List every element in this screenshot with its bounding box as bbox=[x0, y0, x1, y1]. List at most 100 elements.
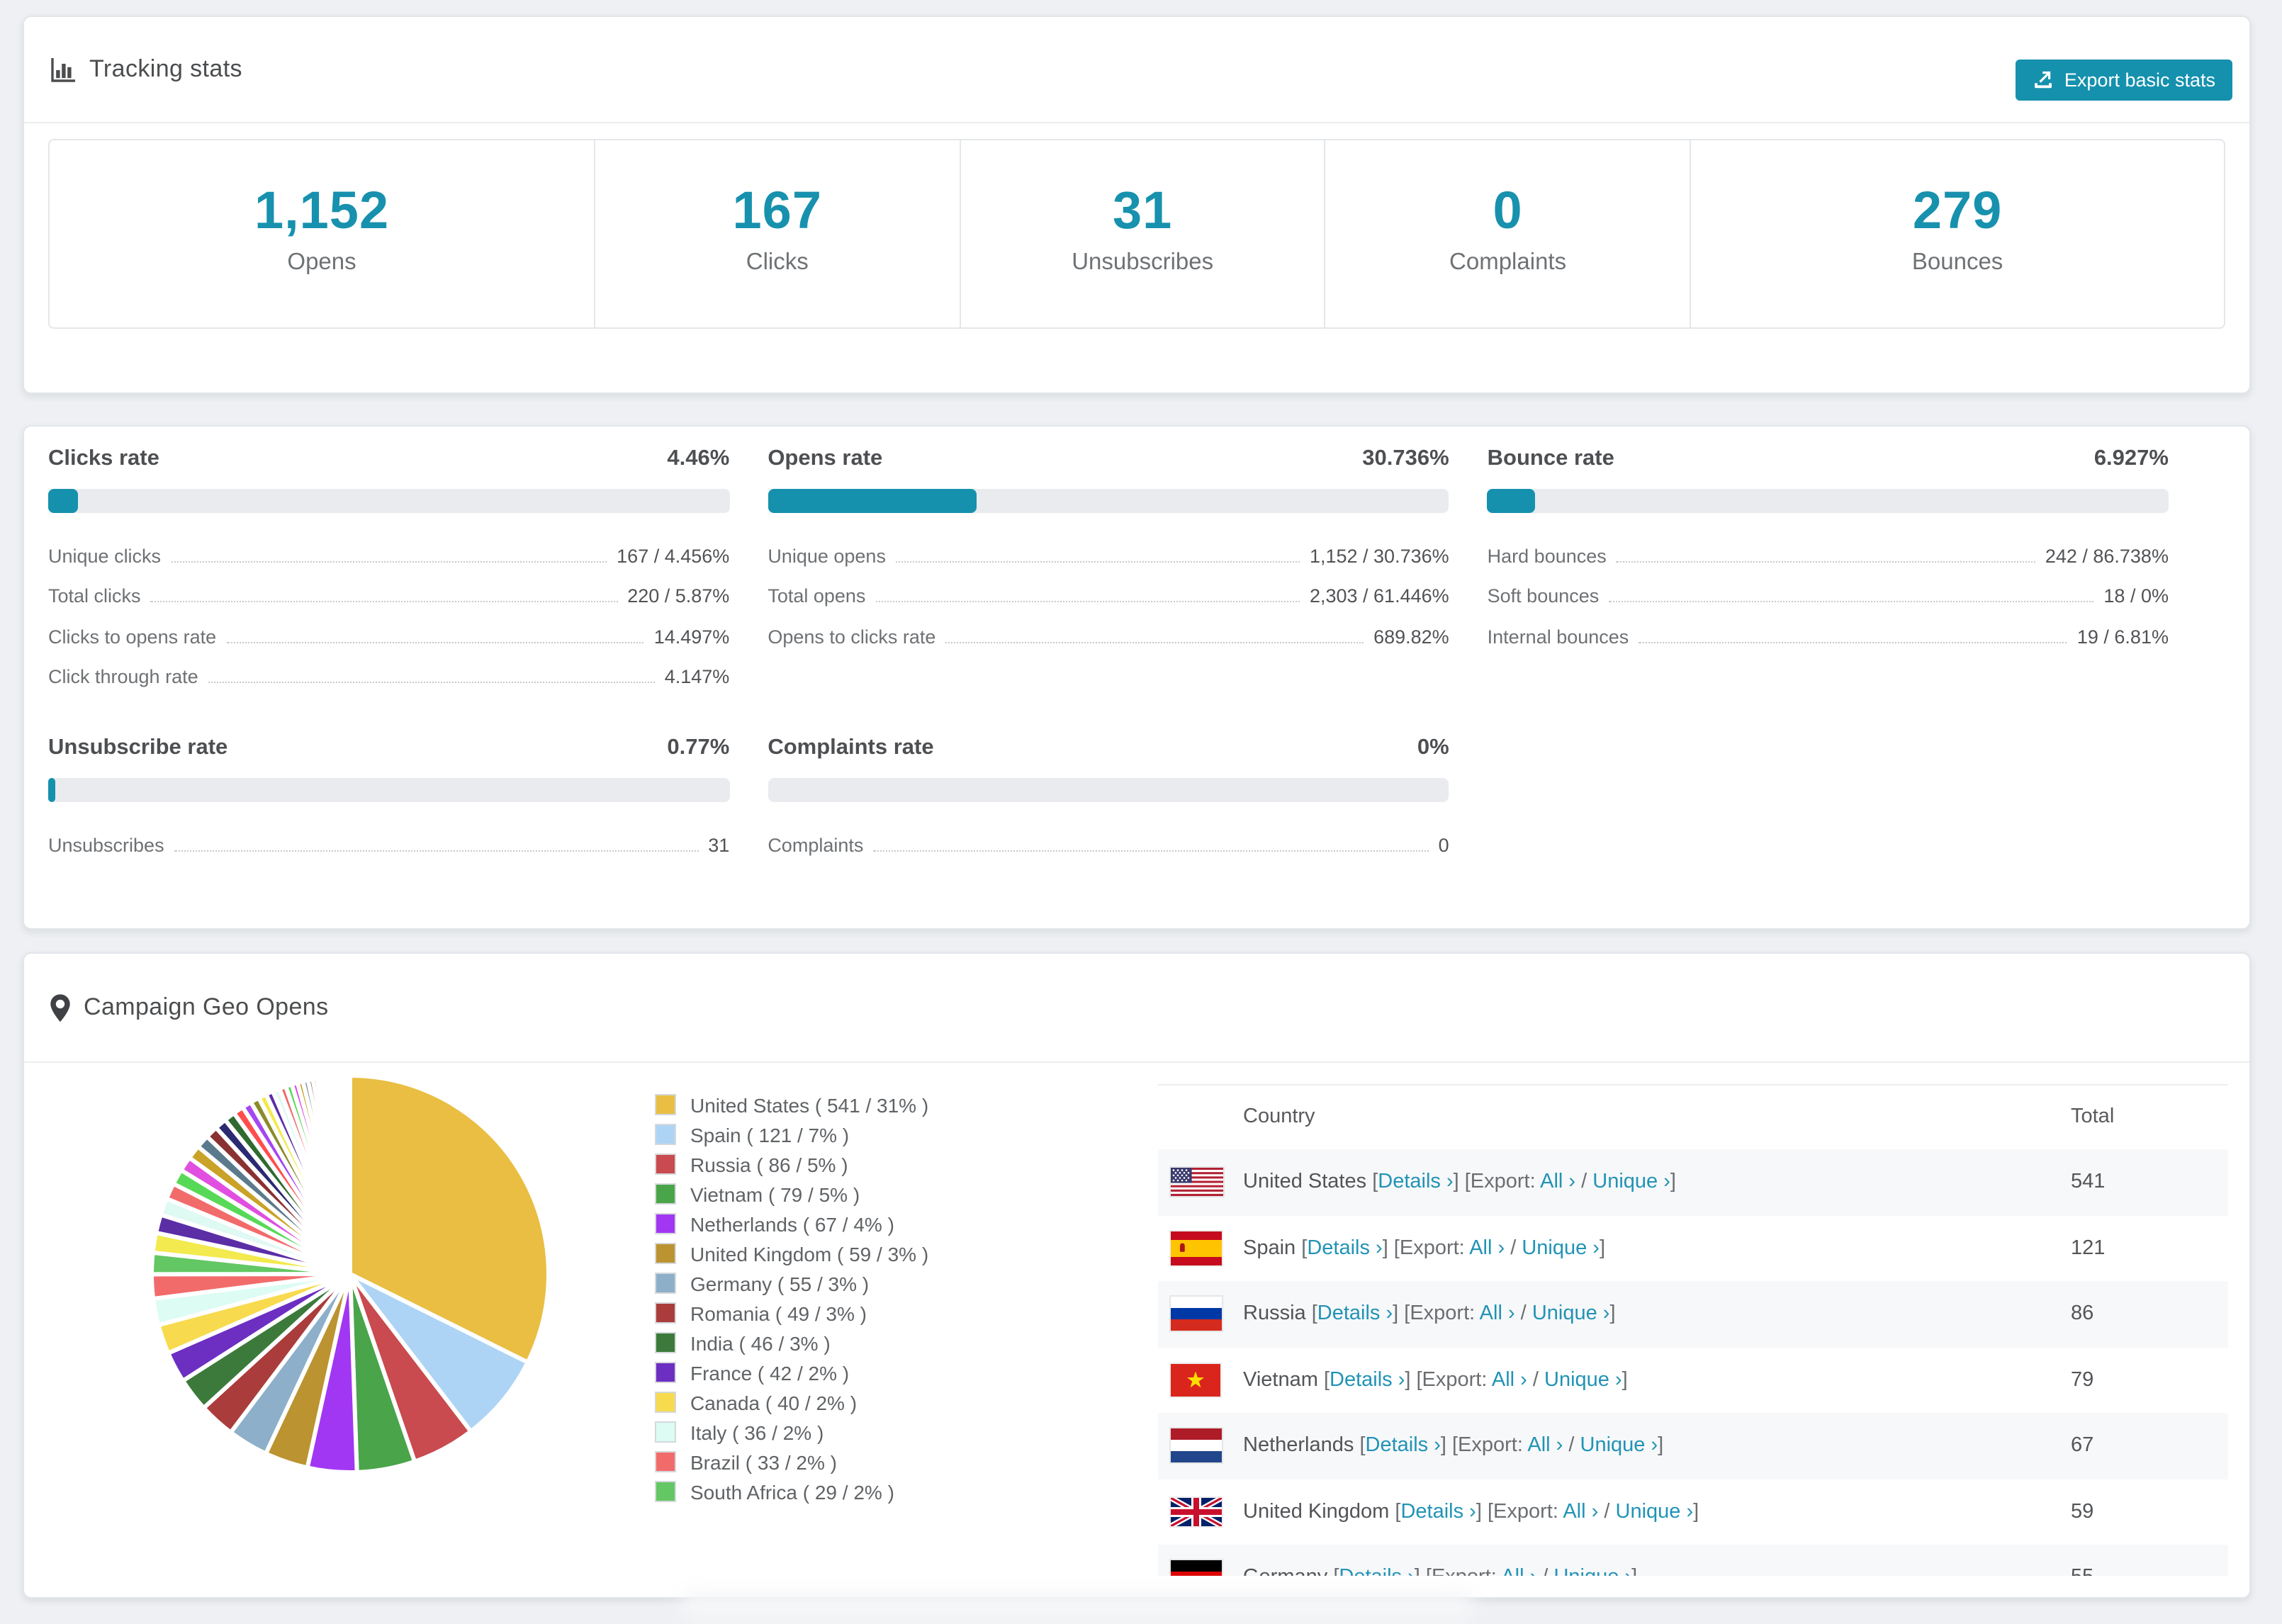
details-link[interactable]: Details › bbox=[1330, 1369, 1405, 1392]
legend-item: United Kingdom ( 59 / 3% ) bbox=[655, 1239, 928, 1268]
rate-block-bounce: Bounce rate 6.927% Hard bounces 242 / 86… bbox=[1487, 445, 2169, 693]
legend-swatch bbox=[655, 1183, 676, 1205]
legend-item: Vietnam ( 79 / 5% ) bbox=[655, 1179, 928, 1209]
legend-item: Brazil ( 33 / 2% ) bbox=[655, 1447, 928, 1477]
rate-block-unsubscribe: Unsubscribe rate 0.77% Unsubscribes 31 bbox=[48, 734, 730, 861]
rate-row: Complaints 0 bbox=[768, 821, 1449, 861]
details-link[interactable]: Details › bbox=[1400, 1501, 1476, 1523]
legend-label: Canada ( 40 / 2% ) bbox=[690, 1391, 858, 1414]
legend-label: United States ( 541 / 31% ) bbox=[690, 1093, 929, 1116]
rate-row: Total opens 2,303 / 61.446% bbox=[768, 572, 1449, 612]
stat-label: Bounces bbox=[1911, 249, 2003, 275]
legend-label: Russia ( 86 / 5% ) bbox=[690, 1153, 848, 1175]
stat-value: 0 bbox=[1493, 181, 1523, 239]
export-all-link[interactable]: All › bbox=[1469, 1237, 1505, 1260]
details-link[interactable]: Details › bbox=[1307, 1237, 1382, 1260]
export-all-link[interactable]: All › bbox=[1492, 1369, 1527, 1392]
rate-percent: 4.46% bbox=[667, 446, 730, 470]
geo-row-es: Spain [Details ›] [Export: All › / Uniqu… bbox=[1158, 1215, 2228, 1281]
export-basic-stats-button[interactable]: Export basic stats bbox=[2016, 60, 2232, 101]
rate-percent: 0.77% bbox=[667, 735, 730, 760]
rate-title: Opens rate bbox=[768, 446, 883, 470]
rate-row-label: Complaints bbox=[768, 834, 864, 855]
rate-percent: 30.736% bbox=[1362, 446, 1449, 470]
flag-ru-icon bbox=[1171, 1297, 1222, 1331]
flag-es-icon bbox=[1171, 1231, 1222, 1265]
rate-title: Clicks rate bbox=[48, 446, 159, 470]
rate-title: Unsubscribe rate bbox=[48, 735, 228, 760]
dotted-leader bbox=[150, 601, 618, 602]
country-total: 79 bbox=[2071, 1368, 2094, 1392]
details-link[interactable]: Details › bbox=[1317, 1303, 1393, 1326]
country-total: 121 bbox=[2071, 1236, 2106, 1260]
country-total: 86 bbox=[2071, 1302, 2094, 1326]
pie-slice bbox=[347, 1073, 352, 1275]
stat-unsubscribes: 31 Unsubscribes bbox=[960, 140, 1326, 327]
rate-percent: 0% bbox=[1417, 735, 1449, 760]
rate-row-value: 0 bbox=[1438, 834, 1449, 855]
dotted-leader bbox=[171, 560, 607, 562]
rate-row: Internal bounces 19 / 6.81% bbox=[1488, 612, 2169, 653]
legend-item: South Africa ( 29 / 2% ) bbox=[655, 1477, 928, 1506]
dotted-leader bbox=[945, 641, 1364, 643]
rate-row: Hard bounces 242 / 86.738% bbox=[1488, 531, 2169, 572]
rate-row-value: 2,303 / 61.446% bbox=[1309, 585, 1449, 607]
geo-legend: United States ( 541 / 31% ) Spain ( 121 … bbox=[655, 1090, 928, 1506]
export-unique-link[interactable]: Unique › bbox=[1522, 1237, 1600, 1260]
rate-block-opens: Opens rate 30.736% Unique opens 1,152 / … bbox=[768, 445, 1449, 693]
stat-label: Clicks bbox=[746, 249, 809, 275]
legend-swatch bbox=[655, 1421, 676, 1443]
export-all-link[interactable]: All › bbox=[1527, 1435, 1563, 1457]
geo-row-nl: Netherlands [Details ›] [Export: All › /… bbox=[1158, 1413, 2228, 1479]
details-link[interactable]: Details › bbox=[1378, 1171, 1453, 1194]
campaign-geo-opens-card: Campaign Geo Opens United States ( 541 /… bbox=[23, 952, 2251, 1598]
details-link[interactable]: Details › bbox=[1366, 1435, 1441, 1457]
map-pin-icon bbox=[50, 993, 71, 1022]
tracking-card-header: Tracking stats Export basic stats bbox=[24, 17, 2249, 123]
rate-row-label: Hard bounces bbox=[1487, 545, 1607, 566]
country-name: Vietnam bbox=[1243, 1368, 1318, 1392]
export-unique-link[interactable]: Unique › bbox=[1616, 1501, 1694, 1523]
export-unique-link[interactable]: Unique › bbox=[1580, 1435, 1658, 1457]
geo-row-ru: Russia [Details ›] [Export: All › / Uniq… bbox=[1158, 1281, 2228, 1347]
export-all-link[interactable]: All › bbox=[1501, 1567, 1536, 1577]
export-unique-link[interactable]: Unique › bbox=[1553, 1567, 1631, 1577]
rate-row-label: Internal bounces bbox=[1487, 626, 1629, 647]
geo-row-vn: Vietnam [Details ›] [Export: All › / Uni… bbox=[1158, 1347, 2228, 1413]
legend-swatch bbox=[655, 1124, 676, 1145]
legend-swatch bbox=[655, 1154, 676, 1175]
export-unique-link[interactable]: Unique › bbox=[1592, 1171, 1670, 1194]
flag-de-icon bbox=[1171, 1560, 1222, 1576]
export-all-link[interactable]: All › bbox=[1480, 1303, 1515, 1326]
export-unique-link[interactable]: Unique › bbox=[1544, 1369, 1622, 1392]
rate-row-label: Total opens bbox=[768, 585, 866, 607]
rate-row-label: Total clicks bbox=[48, 585, 141, 607]
legend-swatch bbox=[655, 1451, 676, 1472]
page-title: Tracking stats bbox=[89, 55, 242, 82]
legend-swatch bbox=[655, 1481, 676, 1502]
rates-card: Clicks rate 4.46% Unique clicks 167 / 4.… bbox=[23, 425, 2251, 930]
details-link[interactable]: Details › bbox=[1339, 1567, 1414, 1577]
rate-row-value: 242 / 86.738% bbox=[2045, 545, 2169, 566]
rate-row-value: 14.497% bbox=[653, 626, 730, 647]
bar-chart-icon bbox=[50, 56, 77, 83]
rates-grid: Clicks rate 4.46% Unique clicks 167 / 4.… bbox=[48, 445, 2169, 861]
flag-us-icon bbox=[1171, 1168, 1223, 1197]
legend-label: Brazil ( 33 / 2% ) bbox=[690, 1450, 837, 1473]
stat-value: 31 bbox=[1113, 181, 1173, 239]
dotted-leader bbox=[226, 641, 644, 643]
progress-bar-opens bbox=[768, 489, 1449, 513]
stats-summary-strip: 1,152 Opens 167 Clicks 31 Unsubscribes 0… bbox=[48, 139, 2225, 329]
legend-label: India ( 46 / 3% ) bbox=[690, 1331, 831, 1354]
export-unique-link[interactable]: Unique › bbox=[1532, 1303, 1610, 1326]
dotted-leader bbox=[873, 850, 1429, 851]
stat-clicks: 167 Clicks bbox=[595, 140, 961, 327]
rate-row: Unique clicks 167 / 4.456% bbox=[48, 531, 729, 572]
export-all-link[interactable]: All › bbox=[1563, 1501, 1598, 1523]
export-all-link[interactable]: All › bbox=[1540, 1171, 1575, 1194]
legend-item: United States ( 541 / 31% ) bbox=[655, 1090, 928, 1120]
country-total: 55 bbox=[2071, 1567, 2093, 1577]
stat-bounces: 279 Bounces bbox=[1691, 140, 2224, 327]
stat-label: Opens bbox=[287, 249, 356, 275]
legend-label: Netherlands ( 67 / 4% ) bbox=[690, 1212, 894, 1235]
